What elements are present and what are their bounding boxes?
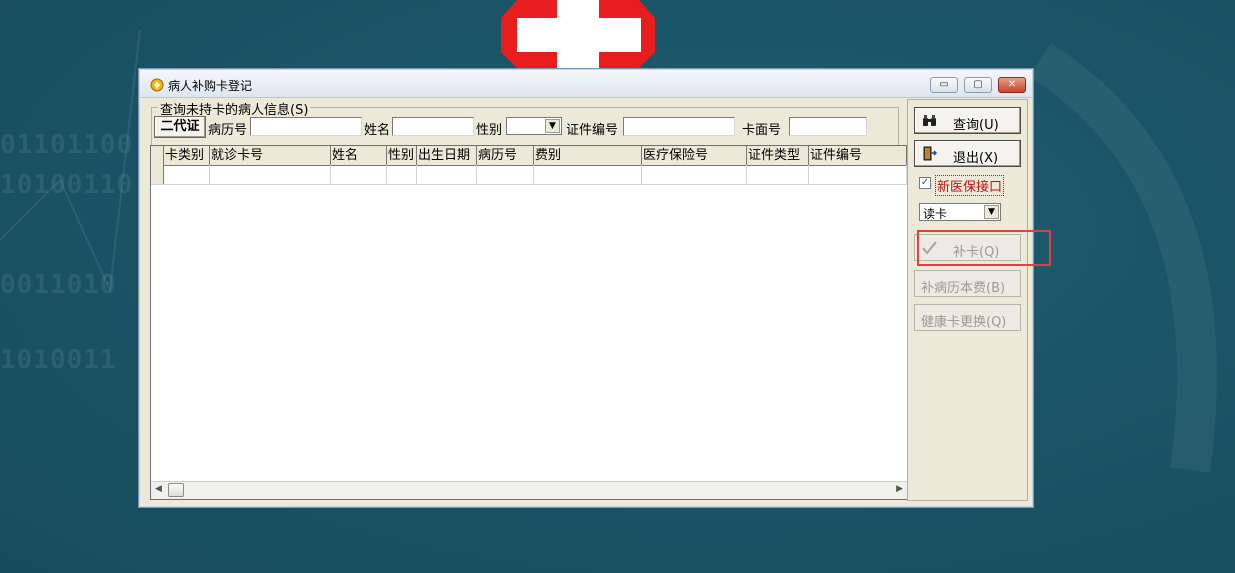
gender-label: 性别 bbox=[476, 123, 503, 138]
app-icon bbox=[150, 78, 164, 92]
table-cell[interactable] bbox=[164, 165, 210, 184]
exit-button[interactable]: 退出(X) bbox=[914, 140, 1021, 167]
grid-header: 卡类别 就诊卡号 姓名 性别 出生日期 病历号 费别 医疗保险号 证件类型 证件… bbox=[151, 146, 907, 166]
query-button[interactable]: 查询(U) bbox=[914, 107, 1021, 134]
table-cell[interactable] bbox=[809, 165, 907, 184]
query-button-label: 查询(U) bbox=[953, 118, 999, 133]
row-indicator bbox=[151, 165, 164, 184]
column-header[interactable]: 医疗保险号 bbox=[642, 146, 747, 165]
horizontal-scrollbar[interactable]: ◀ ▶ bbox=[151, 481, 907, 499]
minimize-button[interactable]: ▭ bbox=[930, 77, 958, 93]
column-header[interactable]: 卡类别 bbox=[164, 146, 210, 165]
table-cell[interactable] bbox=[210, 165, 331, 184]
dropdown-arrow-icon[interactable]: ▼ bbox=[545, 119, 560, 133]
new-insurance-label[interactable]: 新医保接口 bbox=[935, 175, 1005, 196]
scroll-right-icon[interactable]: ▶ bbox=[896, 484, 903, 494]
close-button[interactable]: ✕ bbox=[998, 77, 1026, 93]
gender-select[interactable]: ▼ bbox=[506, 117, 562, 135]
main-content: 查询未持卡的病人信息(S) 二代证 病历号 姓名 性别 ▼ 证件编号 卡面号 卡… bbox=[147, 97, 908, 501]
exit-door-icon bbox=[923, 146, 937, 161]
new-insurance-checkbox[interactable]: ✓ bbox=[919, 177, 931, 189]
column-header[interactable]: 就诊卡号 bbox=[210, 146, 331, 165]
column-header[interactable]: 出生日期 bbox=[417, 146, 477, 165]
query-groupbox: 查询未持卡的病人信息(S) 二代证 病历号 姓名 性别 ▼ 证件编号 卡面号 bbox=[151, 99, 899, 147]
window-title: 病人补购卡登记 bbox=[168, 79, 253, 93]
health-card-button-label: 健康卡更换(Q) bbox=[921, 315, 1007, 330]
column-header[interactable]: 证件编号 bbox=[809, 146, 907, 165]
highlight-box bbox=[917, 230, 1051, 266]
name-input[interactable] bbox=[392, 117, 474, 136]
scroll-left-icon[interactable]: ◀ bbox=[155, 484, 162, 494]
id-no-input[interactable] bbox=[623, 117, 735, 136]
action-panel: 查询(U) 退出(X) ✓ 新医保接口 读卡 ▼ 补卡(Q) 补病历本费(B) bbox=[907, 99, 1028, 501]
record-fee-button[interactable]: 补病历本费(B) bbox=[914, 270, 1021, 297]
name-label: 姓名 bbox=[364, 123, 391, 138]
patient-card-registration-window: 病人补购卡登记 ▭ ▢ ✕ 查询未持卡的病人信息(S) 二代证 病历号 姓名 性… bbox=[138, 68, 1034, 508]
table-cell[interactable] bbox=[642, 165, 747, 184]
column-header[interactable]: 费别 bbox=[534, 146, 642, 165]
record-no-input[interactable] bbox=[250, 117, 362, 136]
column-header[interactable]: 性别 bbox=[387, 146, 417, 165]
card-face-input[interactable] bbox=[789, 117, 867, 136]
red-cross-logo bbox=[501, 0, 655, 68]
health-card-button[interactable]: 健康卡更换(Q) bbox=[914, 304, 1021, 331]
title-bar[interactable]: 病人补购卡登记 ▭ ▢ ✕ bbox=[140, 70, 1032, 98]
table-cell[interactable] bbox=[417, 165, 477, 184]
column-header[interactable]: 病历号 bbox=[477, 146, 534, 165]
record-no-label: 病历号 bbox=[208, 123, 248, 138]
dropdown-arrow-icon[interactable]: ▼ bbox=[984, 205, 999, 219]
exit-button-label: 退出(X) bbox=[953, 151, 999, 166]
patient-grid[interactable]: 卡类别 就诊卡号 姓名 性别 出生日期 病历号 费别 医疗保险号 证件类型 证件… bbox=[150, 145, 908, 500]
read-mode-value: 读卡 bbox=[923, 207, 948, 221]
id-card-button[interactable]: 二代证 bbox=[154, 116, 206, 138]
read-mode-select[interactable]: 读卡 ▼ bbox=[919, 203, 1001, 221]
table-cell[interactable] bbox=[387, 165, 417, 184]
table-cell[interactable] bbox=[534, 165, 642, 184]
column-header[interactable]: 证件类型 bbox=[747, 146, 809, 165]
restore-button[interactable]: ▢ bbox=[964, 77, 992, 93]
record-fee-button-label: 补病历本费(B) bbox=[921, 281, 1006, 296]
binoculars-icon bbox=[923, 115, 936, 126]
table-cell[interactable] bbox=[747, 165, 809, 184]
grid-corner bbox=[151, 146, 164, 165]
scroll-thumb[interactable] bbox=[168, 483, 184, 497]
table-cell[interactable] bbox=[477, 165, 534, 184]
card-face-label: 卡面号 bbox=[742, 123, 782, 138]
table-row[interactable] bbox=[151, 165, 907, 185]
id-no-label: 证件编号 bbox=[566, 123, 619, 138]
table-cell[interactable] bbox=[331, 165, 387, 184]
column-header[interactable]: 姓名 bbox=[331, 146, 387, 165]
